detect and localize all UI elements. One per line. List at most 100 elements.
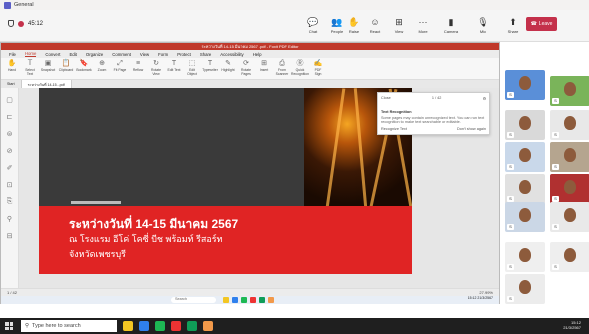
ribbon-hand-button[interactable]: ✋ Hand (5, 58, 19, 79)
layers-icon[interactable]: ⊜ (7, 130, 13, 138)
participant-tile[interactable]: S (505, 242, 545, 272)
pdf-status-bar: 1 / 42 27.99% (1, 288, 499, 296)
menu-protect[interactable]: Protect (177, 52, 191, 57)
react-button[interactable]: ☺ React (362, 13, 388, 39)
taskbar-app-icon[interactable] (123, 321, 133, 331)
page-thumbnail-icon[interactable]: ▢ (6, 96, 13, 104)
bookmark-icon: 🔖 (79, 60, 89, 67)
participant-tile[interactable]: S (550, 202, 589, 232)
ribbon-clipboard-button[interactable]: 📋 Clipboard (59, 58, 74, 79)
menu-form[interactable]: Form (158, 52, 168, 57)
attachment-icon[interactable]: ⊘ (7, 147, 13, 155)
participant-avatar (519, 180, 531, 194)
ribbon-reflow-button[interactable]: ≡ Reflow (131, 58, 145, 79)
ribbon-label: From Scanner (275, 68, 289, 76)
taskbar-apps (123, 321, 213, 331)
ribbon-snapshot-button[interactable]: ▣ Snapshot (41, 58, 55, 79)
view-button[interactable]: ⊞ View (386, 13, 412, 39)
recording-icon (18, 20, 24, 27)
ribbon-rotate-pages-button[interactable]: ⟳ Rotate Pages (239, 58, 253, 79)
bookmark-icon[interactable]: ⊏ (7, 113, 13, 121)
slide-red-band: ระหว่างวันที่ 14-15 มีนาคม 2567 ณ โรงแรม… (39, 206, 412, 274)
menu-home[interactable]: Home (24, 51, 37, 57)
doc-tab[interactable]: Start (1, 80, 22, 88)
menu-view[interactable]: View (140, 52, 149, 57)
menu-convert[interactable]: Convert (45, 52, 60, 57)
phone-icon: ☎ (530, 21, 537, 27)
participant-tile[interactable]: S (550, 174, 589, 204)
ribbon-zoom-button[interactable]: ⊕ Zoom (95, 58, 109, 79)
taskbar-app-icon[interactable] (203, 321, 213, 331)
camera-button[interactable]: ▮ Camera (438, 13, 464, 39)
recognize-text-link[interactable]: Recognize Text (381, 127, 407, 131)
shared-app-icon (223, 297, 229, 303)
lock-icon[interactable]: ⊡ (7, 181, 13, 189)
participant-tile[interactable]: S (505, 70, 545, 100)
from-scanner-icon: ⎙ (279, 60, 285, 67)
ribbon-fit-page-button[interactable]: ⤢ Fit Page (113, 58, 127, 79)
search-placeholder: Type here to search (32, 323, 81, 329)
search-panel-icon[interactable]: ⚲ (7, 215, 12, 223)
ribbon-label: Rotate Pages (241, 68, 251, 76)
ribbon-quick-recognition-button[interactable]: Ⓡ Quick Recognition (291, 58, 309, 79)
participant-tile[interactable]: S (550, 242, 589, 272)
doc-tab[interactable]: ระหว่างวันที่ 14-15...pdf (21, 80, 72, 88)
rotate-view-icon: ↻ (153, 60, 159, 67)
ribbon-bookmark-button[interactable]: 🔖 Bookmark (76, 58, 91, 79)
ribbon-highlight-button[interactable]: ✎ Highlight (221, 58, 235, 79)
start-button-icon[interactable] (5, 322, 13, 330)
participant-tile[interactable]: S (505, 202, 545, 232)
ribbon-label: Snapshot (40, 68, 56, 72)
participant-tile[interactable]: S (505, 174, 545, 204)
menu-share[interactable]: Share (200, 52, 211, 57)
zoom-level[interactable]: 27.99% (479, 290, 493, 295)
participant-tile[interactable]: S (550, 76, 589, 106)
taskbar-app-icon[interactable] (171, 321, 181, 331)
chat-button[interactable]: 💬 Chat (300, 13, 326, 39)
menu-organize[interactable]: Organize (86, 52, 103, 57)
ribbon-label: Hand (7, 68, 17, 72)
ocr-settings-icon[interactable]: ⚙ (483, 96, 486, 101)
camera-label: Camera (443, 29, 459, 34)
ribbon-select-text-button[interactable]: Ｔ Select Text (23, 58, 37, 79)
export-icon[interactable]: ⎘ (7, 198, 13, 206)
mic-label: Mic (479, 29, 487, 34)
zoom-icon: ⊕ (99, 60, 105, 67)
ribbon-label: Rotate View (151, 68, 161, 76)
more-button[interactable]: ··· More (410, 13, 436, 39)
ribbon-edit-object-button[interactable]: ⬚ Edit Object (185, 58, 199, 79)
taskbar-date[interactable]: 21/3/2567 (563, 325, 581, 330)
share-button[interactable]: ⬆ Share (500, 13, 526, 39)
menu-file[interactable]: File (9, 52, 16, 57)
ribbon-from-scanner-button[interactable]: ⎙ From Scanner (275, 58, 289, 79)
taskbar-app-icon[interactable] (155, 321, 165, 331)
participant-tile[interactable]: S (550, 142, 589, 172)
menu-accessibility[interactable]: Accessibility (220, 52, 243, 57)
ribbon-rotate-view-button[interactable]: ↻ Rotate View (149, 58, 163, 79)
ribbon-pdf-sign-button[interactable]: ✍ PDF Sign (311, 58, 325, 79)
ocr-heading: Text Recognition (381, 110, 412, 114)
participant-tile[interactable]: S (550, 110, 589, 140)
grid-icon: ⊞ (395, 17, 403, 27)
taskbar-app-icon[interactable] (187, 321, 197, 331)
ocr-close-label[interactable]: Close (381, 96, 391, 101)
menu-help[interactable]: Help (253, 52, 262, 57)
ribbon-typewriter-button[interactable]: T Typewriter (202, 58, 218, 79)
dont-show-again-link[interactable]: Don't show again (457, 127, 486, 131)
menu-comment[interactable]: Comment (112, 52, 131, 57)
page-indicator[interactable]: 1 / 42 (7, 290, 17, 295)
ribbon-insert-button[interactable]: ⊞ Insert (257, 58, 271, 79)
mic-button[interactable]: 🎙 Mic (470, 13, 496, 39)
ribbon-edit-text-button[interactable]: T Edit Text (167, 58, 181, 79)
leave-button[interactable]: ☎ Leave (526, 17, 557, 31)
comment-panel-icon[interactable]: ⊟ (7, 232, 13, 240)
taskbar-search-input[interactable]: ⚲ Type here to search (21, 320, 117, 332)
hand-icon: ✋ (7, 60, 17, 67)
participant-tile[interactable]: S (505, 274, 545, 304)
participant-tile[interactable]: S (505, 142, 545, 172)
pdf-menu-bar: File Home Convert Edit Organize Comment View Fo… (1, 50, 499, 58)
participant-tile[interactable]: S (505, 110, 545, 140)
menu-edit[interactable]: Edit (69, 52, 76, 57)
taskbar-app-icon[interactable] (139, 321, 149, 331)
signature-icon[interactable]: ✐ (7, 164, 13, 172)
